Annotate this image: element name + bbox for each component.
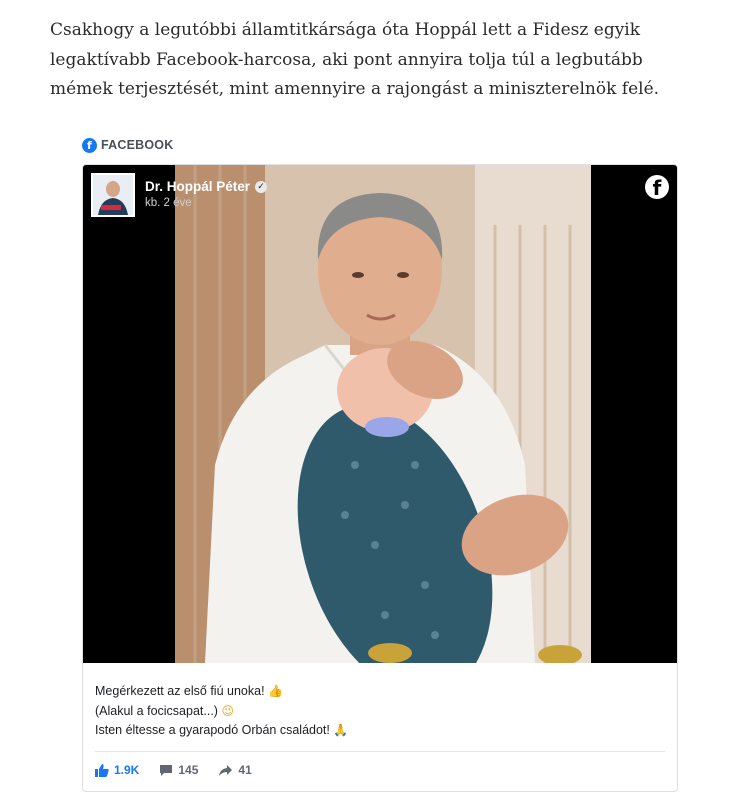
embed-source-label: f FACEBOOK xyxy=(82,137,173,153)
post-caption: Megérkezett az első fiú unoka! 👍 (Alakul… xyxy=(95,682,665,741)
thumbs-up-emoji-icon: 👍 xyxy=(268,684,283,698)
facebook-post-card[interactable]: Dr. Hoppál Péter ✓ kb. 2 éve f Megérkeze… xyxy=(82,164,678,792)
facebook-logo-icon[interactable]: f xyxy=(645,175,669,199)
comments-count: 145 xyxy=(178,763,199,777)
share-icon xyxy=(219,764,233,776)
facebook-icon: f xyxy=(82,137,97,153)
likes-count: 1.9K xyxy=(114,763,140,777)
shares-stat[interactable]: 41 xyxy=(218,763,252,777)
comments-stat[interactable]: 145 xyxy=(159,763,198,777)
caption-text-2: (Alakul a focicsapat...) xyxy=(95,703,218,718)
shares-count: 41 xyxy=(238,763,252,777)
caption-line-1: Megérkezett az első fiú unoka! 👍 xyxy=(95,682,665,702)
post-photo[interactable] xyxy=(175,165,591,663)
praying-hands-emoji-icon: 🙏 xyxy=(333,723,349,737)
post-author-name[interactable]: Dr. Hoppál Péter xyxy=(145,179,250,194)
photo-illustration xyxy=(175,165,591,663)
post-header: Dr. Hoppál Péter ✓ kb. 2 éve xyxy=(91,173,268,217)
avatar[interactable] xyxy=(91,173,135,217)
post-media[interactable]: Dr. Hoppál Péter ✓ kb. 2 éve f xyxy=(83,165,677,663)
post-stats: 1.9K 145 41 xyxy=(95,763,252,777)
article-paragraph: Csakhogy a legutóbbi államtitkársága óta… xyxy=(50,20,660,99)
wink-emoji-icon: 😉 xyxy=(221,703,234,718)
caption-text-3: Isten éltesse a gyarapodó Orbán családot… xyxy=(95,723,330,737)
caption-line-3: Isten éltesse a gyarapodó Orbán családot… xyxy=(95,721,665,741)
avatar-image xyxy=(93,175,133,215)
card-divider xyxy=(95,751,665,752)
like-icon xyxy=(95,763,109,777)
likes-stat[interactable]: 1.9K xyxy=(95,763,139,777)
verified-badge-icon: ✓ xyxy=(255,180,268,193)
caption-text-1: Megérkezett az első fiú unoka! xyxy=(95,684,265,698)
caption-line-2: (Alakul a focicsapat...) 😉 xyxy=(95,702,665,722)
comment-icon xyxy=(160,764,173,776)
embed-source-text: FACEBOOK xyxy=(101,138,174,152)
post-timestamp[interactable]: kb. 2 éve xyxy=(145,197,267,209)
